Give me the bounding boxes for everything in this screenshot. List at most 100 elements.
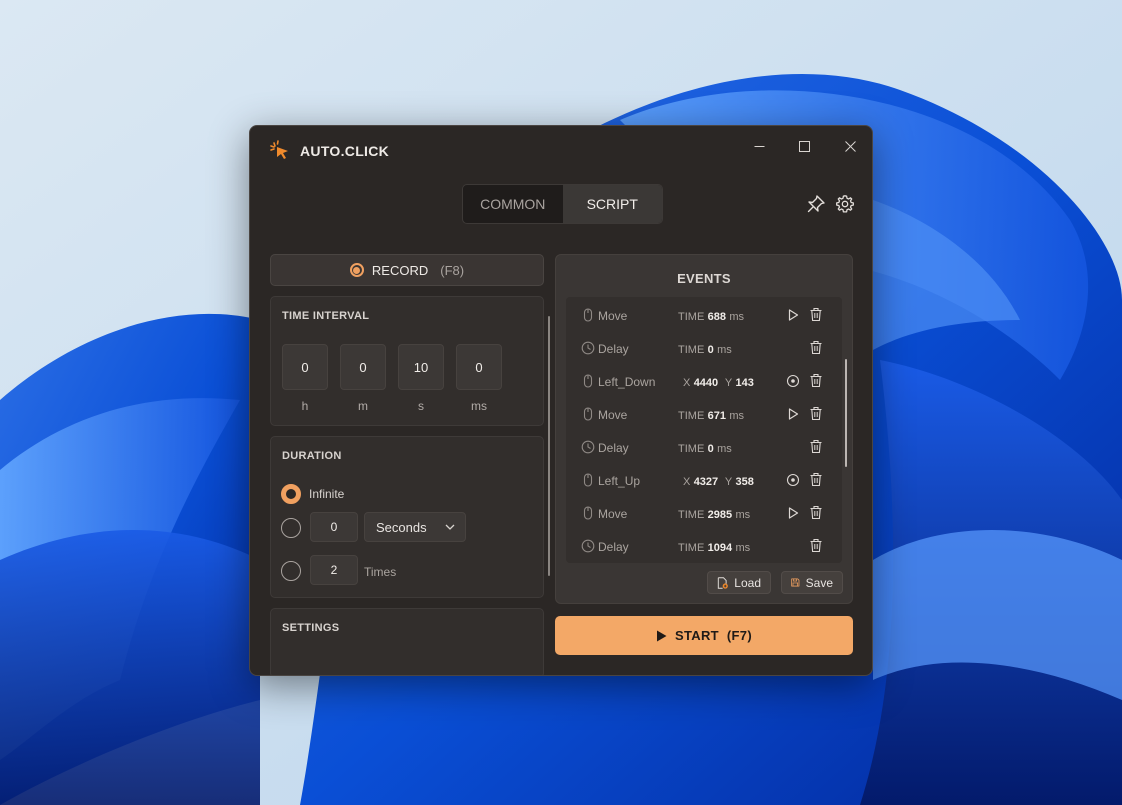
time-value: 2985 <box>707 509 733 521</box>
time-interval-title: TIME INTERVAL <box>282 310 370 322</box>
tab-script[interactable]: SCRIPT <box>562 185 662 223</box>
x-key: X <box>683 377 691 389</box>
times-label: Times <box>364 565 397 579</box>
event-time: TIME 1094 ms <box>678 540 750 554</box>
duration-unit-dropdown[interactable]: Seconds <box>364 512 466 542</box>
minutes-input[interactable]: 0 <box>340 344 386 390</box>
delete-icon[interactable] <box>809 373 823 388</box>
event-name: Left_Down <box>598 375 656 389</box>
y-key: Y <box>724 377 733 389</box>
y-value: 143 <box>735 377 754 389</box>
settings-panel[interactable]: SETTINGS <box>270 608 544 675</box>
x-value: 4440 <box>693 377 719 389</box>
play-icon[interactable] <box>786 506 800 520</box>
time-value: 671 <box>707 410 726 422</box>
seconds-input[interactable]: 10 <box>398 344 444 390</box>
chevron-down-icon <box>445 524 455 530</box>
mouse-icon <box>583 308 593 322</box>
event-coords: X 4440 Y 143 <box>683 375 754 389</box>
maximize-icon <box>798 140 810 152</box>
event-row[interactable]: Left_Up X 4327 Y 358 <box>566 464 834 497</box>
load-button[interactable]: Load <box>707 571 771 594</box>
gear-icon[interactable] <box>835 194 855 214</box>
time-unit: ms <box>729 311 744 323</box>
event-name: Move <box>598 507 628 521</box>
infinite-radio[interactable] <box>281 484 301 504</box>
event-row[interactable]: Delay TIME 0 ms <box>566 332 834 365</box>
delete-icon[interactable] <box>809 406 823 421</box>
title-bar[interactable]: AUTO.CLICK <box>250 126 872 172</box>
duration-seconds-input[interactable]: 0 <box>310 512 358 542</box>
start-hotkey: (F7) <box>726 628 752 643</box>
x-value: 4327 <box>693 476 719 488</box>
milliseconds-input[interactable]: 0 <box>456 344 502 390</box>
event-row[interactable]: Move TIME 2985 ms <box>566 497 834 530</box>
delete-icon[interactable] <box>809 307 823 322</box>
play-icon[interactable] <box>786 308 800 322</box>
tab-common[interactable]: COMMON <box>463 185 563 223</box>
play-icon <box>657 630 667 641</box>
x-key: X <box>683 476 691 488</box>
duration-unit-value: Seconds <box>376 519 427 535</box>
seconds-unit: s <box>418 399 424 413</box>
record-label: RECORD <box>371 262 429 278</box>
time-key: TIME <box>678 410 705 422</box>
delete-icon[interactable] <box>809 472 823 487</box>
duration-panel: DURATION Infinite 0 Seconds 2 Times <box>270 436 544 598</box>
event-name: Delay <box>598 342 629 356</box>
time-key: TIME <box>678 443 705 455</box>
event-row[interactable]: Move TIME 671 ms <box>566 398 834 431</box>
delete-icon[interactable] <box>809 505 823 520</box>
mode-tabs: COMMON SCRIPT <box>462 184 663 224</box>
pin-icon[interactable] <box>806 194 826 214</box>
event-name: Move <box>598 309 628 323</box>
time-key: TIME <box>678 509 705 521</box>
events-panel: EVENTS Move TIME 688 ms Delay TIME 0 ms Left… <box>555 254 853 604</box>
save-label: Save <box>805 575 833 590</box>
save-icon <box>791 578 800 587</box>
event-time: TIME 688 ms <box>678 309 744 323</box>
time-interval-panel: TIME INTERVAL 0 0 10 0 h m s ms <box>270 296 544 426</box>
events-scrollbar[interactable] <box>845 359 847 467</box>
hours-input[interactable]: 0 <box>282 344 328 390</box>
mouse-icon <box>583 407 593 421</box>
duration-times-input[interactable]: 2 <box>310 555 358 585</box>
maximize-button[interactable] <box>788 132 820 160</box>
event-row[interactable]: Left_Down X 4440 Y 143 <box>566 365 834 398</box>
event-name: Delay <box>598 540 629 554</box>
delete-icon[interactable] <box>809 340 823 355</box>
event-row[interactable]: Delay TIME 0 ms <box>566 431 834 464</box>
record-button[interactable]: RECORD (F8) <box>270 254 544 286</box>
event-coords: X 4327 Y 358 <box>683 474 754 488</box>
minimize-icon <box>754 145 764 147</box>
duration-title: DURATION <box>282 450 342 462</box>
delete-icon[interactable] <box>809 439 823 454</box>
event-row[interactable]: Move TIME 688 ms <box>566 299 834 332</box>
left-scrollbar[interactable] <box>548 316 550 576</box>
times-radio[interactable] <box>281 561 301 581</box>
target-icon[interactable] <box>786 374 800 388</box>
target-icon[interactable] <box>786 473 800 487</box>
save-button[interactable]: Save <box>781 571 843 594</box>
delete-icon[interactable] <box>809 538 823 553</box>
time-unit: ms <box>735 509 751 521</box>
event-name: Delay <box>598 441 629 455</box>
time-value: 1094 <box>707 542 733 554</box>
clock-icon <box>581 539 595 553</box>
seconds-radio[interactable] <box>281 518 301 538</box>
play-icon[interactable] <box>786 407 800 421</box>
start-button[interactable]: START (F7) <box>555 616 853 655</box>
event-row[interactable]: Delay TIME 1094 ms <box>566 530 834 563</box>
events-list: Move TIME 688 ms Delay TIME 0 ms Left_Down X … <box>566 297 847 563</box>
time-value: 0 <box>707 443 714 455</box>
time-key: TIME <box>678 311 705 323</box>
time-unit: ms <box>717 443 732 455</box>
minimize-button[interactable] <box>743 132 775 160</box>
event-name: Move <box>598 408 628 422</box>
hours-unit: h <box>301 399 309 413</box>
close-button[interactable] <box>834 132 866 160</box>
time-value: 688 <box>707 311 726 323</box>
clock-icon <box>581 440 595 454</box>
milliseconds-unit: ms <box>471 399 487 413</box>
start-label: START <box>675 628 719 643</box>
